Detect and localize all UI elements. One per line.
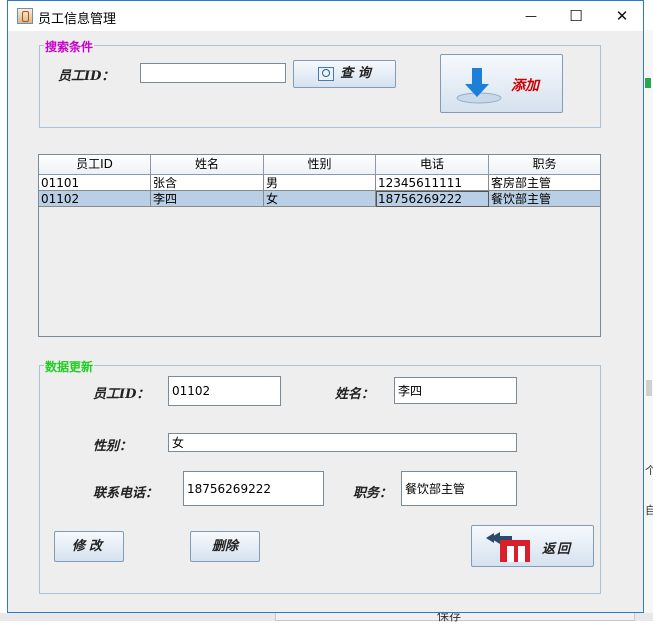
back-button[interactable]: 返回 xyxy=(471,525,594,567)
table-cell: 张含 xyxy=(151,175,264,191)
table-cell: 01101 xyxy=(39,175,151,191)
maximize-button[interactable]: ☐ xyxy=(553,1,599,31)
update-phone-input[interactable] xyxy=(183,471,324,506)
table-row[interactable]: 01101 张含 男 12345611111 客房部主管 xyxy=(39,175,600,191)
search-legend: 搜索条件 xyxy=(44,38,95,55)
search-employee-id-input[interactable] xyxy=(140,63,286,83)
background-scroll-mark xyxy=(646,380,652,396)
back-button-label: 返回 xyxy=(542,542,573,557)
table-cell: 餐饮部主管 xyxy=(489,191,600,207)
update-name-label: 姓名： xyxy=(335,387,375,402)
update-position-input[interactable] xyxy=(401,471,517,506)
search-icon xyxy=(318,66,335,81)
table-header: 员工ID 姓名 性别 电话 职务 xyxy=(39,155,600,175)
java-app-icon xyxy=(17,8,33,24)
table-cell: 12345611111 xyxy=(376,175,489,191)
search-employee-id-label: 员工ID： xyxy=(58,69,115,84)
update-name-input[interactable] xyxy=(394,377,517,404)
update-employee-id-label: 员工ID： xyxy=(93,387,150,402)
table-cell: 男 xyxy=(264,175,376,191)
table-cell: 客房部主管 xyxy=(489,175,600,191)
table-cell: 李四 xyxy=(151,191,264,207)
background-green-mark xyxy=(645,78,651,88)
update-legend: 数据更新 xyxy=(44,358,95,375)
window-title: 员工信息管理 xyxy=(38,12,117,27)
column-header[interactable]: 姓名 xyxy=(151,155,264,174)
column-header[interactable]: 性别 xyxy=(264,155,376,174)
table-row-selected[interactable]: 01102 李四 女 18756269222 餐饮部主管 xyxy=(39,191,600,207)
minimize-button[interactable]: — xyxy=(508,1,554,31)
background-edge-text-1: 个 xyxy=(645,464,653,477)
query-button[interactable]: 查 询 xyxy=(293,60,396,88)
download-arrow-icon xyxy=(456,68,502,104)
close-button[interactable]: ✕ xyxy=(599,1,645,31)
update-employee-id-input[interactable] xyxy=(168,376,281,406)
add-button-label: 添加 xyxy=(511,78,539,94)
background-right-edge xyxy=(644,30,653,613)
update-gender-input[interactable] xyxy=(168,433,517,452)
return-icon xyxy=(486,532,530,562)
query-button-label: 查 询 xyxy=(340,66,371,81)
modify-button[interactable]: 修改 xyxy=(54,531,124,562)
table-cell: 18756269222 xyxy=(376,191,489,207)
update-position-label: 职务： xyxy=(353,486,393,501)
column-header[interactable]: 电话 xyxy=(376,155,489,174)
column-header[interactable]: 职务 xyxy=(489,155,600,174)
background-edge-text-2: 自 xyxy=(645,504,653,517)
delete-button[interactable]: 删除 xyxy=(190,531,260,562)
table-cell: 01102 xyxy=(39,191,151,207)
column-header[interactable]: 员工ID xyxy=(39,155,151,174)
table-cell: 女 xyxy=(264,191,376,207)
title-bar: 员工信息管理 — ☐ ✕ xyxy=(8,1,643,31)
update-phone-label: 联系电话： xyxy=(93,486,159,501)
update-gender-label: 性别： xyxy=(93,439,133,454)
employee-table[interactable]: 员工ID 姓名 性别 电话 职务 01101 张含 男 12345611111 … xyxy=(38,154,601,337)
employee-management-window: 员工信息管理 — ☐ ✕ 搜索条件 员工ID： 查 询 添加 员工ID 姓名 性… xyxy=(7,0,644,613)
add-button[interactable]: 添加 xyxy=(440,54,563,113)
